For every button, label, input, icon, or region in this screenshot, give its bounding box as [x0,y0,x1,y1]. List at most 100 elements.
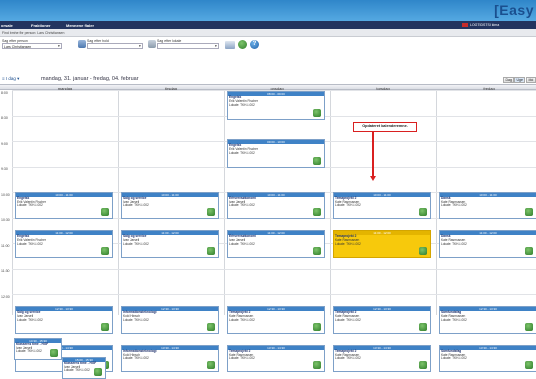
view-month-button[interactable]: Md [526,76,536,83]
calendar-event[interactable]: 11:00 - 12:00 Temaprojekt 2 Kate Rasmussen… [333,229,431,258]
calendar-event[interactable]: 11:00 - 12:00 Dansk Kate Rasmussen Lokale: … [439,229,536,258]
group-icon [78,40,86,48]
calendar-event[interactable]: 13:30 - 14:30 Temaprojekt 2 Kate Rasmussen… [227,344,325,373]
menu-item-mennene[interactable]: Mennene flaler [66,23,94,28]
person-search-select[interactable]: Lars Christiansen [2,43,62,49]
calendar-event[interactable]: 09:00 - 10:00 Engelsk Erik Valentin Fische… [227,139,325,169]
event-status-icon [525,246,533,255]
view-day-button[interactable]: Dag [503,76,515,83]
time-label: 9:00 [1,141,8,146]
event-status-icon [207,361,215,370]
event-status-icon [101,323,109,332]
calendar-event[interactable]: 10:00 - 11:00 Erhvervsøkonomi Ivan Jarsell… [227,191,325,220]
calendar-event[interactable]: 12:30 - 13:30 Salg og service Ivan Jarsell… [15,306,113,335]
annotation-arrow [372,131,374,177]
calendar-event[interactable]: 10:00 - 11:00 Dansk Kate Rasmussen Lokale: … [439,191,536,220]
event-status-icon [525,208,533,217]
breadcrumb: Find bmhe fbr person: Lars Christiansen [2,31,65,35]
calendar-event-small[interactable]: 15:00 - 15:30 Klasserns time - HGF Ivan Ja… [62,356,106,379]
event-room: Lokale: TKH-I-002 [123,318,149,323]
annotation-callout: Opdateret kalenderemne. [353,122,417,132]
calendar-grid[interactable]: 8:00 8:30 9:00 9:30 10:00 10:30 11:00 11:30 12:0… [0,90,536,379]
event-status-icon [313,208,321,217]
calendar-event[interactable]: 11:00 - 12:00 Salg og service Ivan Jarsell… [121,229,219,258]
event-room: Lokale: TKH-I-002 [229,318,255,323]
today-button[interactable]: ≡ I dag ▾ [2,76,19,82]
print-icon[interactable] [225,41,235,49]
main-menu: orsale Fraktioner Mennene flaler LOGTIDS… [0,21,536,29]
time-label: 8:00 [1,90,8,95]
event-room: Lokale: TKH-I-002 [229,203,255,208]
event-status-icon [207,323,215,332]
calendar-event[interactable]: 10:00 - 11:00 Engelsk Erik Valentin Fische… [15,191,113,220]
app-banner: [Easy [0,0,536,21]
event-room: Lokale: TKH-I-002 [123,203,149,208]
chevron-down-icon[interactable]: ▾ [215,44,217,48]
event-status-icon [313,361,321,370]
event-status-icon [419,246,427,255]
event-room: Lokale: TKH-I-002 [123,241,149,246]
calendar-event[interactable]: 13:30 - 14:30 Temaprojekt 2 Kate Rasmussen… [333,344,431,373]
event-room: Lokale: TKH-I-002 [335,356,361,361]
event-status-icon [313,323,321,332]
calendar-event[interactable]: 13:30 - 14:30 Samfundsfag Kate Rasmussen Lo… [439,344,536,373]
chevron-down-icon[interactable]: ▾ [139,44,141,48]
event-room: Lokale: TKH-I-002 [335,318,361,323]
column-divider [224,90,225,315]
event-status-icon [94,367,102,376]
time-gridline [12,294,536,295]
time-label: 12:00 [1,294,10,299]
user-info[interactable]: LOGTIDSTSI kima [470,23,499,27]
flag-icon[interactable] [462,22,468,27]
annotation-arrowhead [369,176,376,181]
help-icon[interactable]: ? [250,40,259,49]
event-room: Lokale: TKH-I-002 [17,318,43,323]
column-divider [330,90,331,315]
menu-item-forsale[interactable]: orsale [1,23,13,28]
event-status-icon [50,348,58,357]
calendar-event[interactable]: 12:30 - 13:30 Temaprojekt 2 Kate Rasmussen… [227,306,325,335]
calendar-event[interactable]: 10:00 - 11:00 Temaprojekt 2 Kate Rasmussen… [333,191,431,220]
event-room: Lokale: TKH-I-002 [17,203,43,208]
event-status-icon [419,208,427,217]
chevron-down-icon[interactable]: ▾ [58,44,60,48]
event-status-icon [525,323,533,332]
date-range-title: mandag, 31. januar - fredag, 04. februar [41,75,139,82]
calendar-event[interactable]: 12:30 - 13:30 Samfundsfag Kate Rasmussen Lo… [439,306,536,335]
calendar-event[interactable]: 11:00 - 12:00 Engelsk Erik Valentin Fische… [15,229,113,258]
event-room: Lokale: TKH-I-002 [229,356,255,361]
calendar-event[interactable]: 08:00 - 09:00 Engelsk Erik Valentin Fische… [227,91,325,120]
calendar-event[interactable]: 11:00 - 12:00 Erhvervsøkonomi Ivan Jarsell… [227,229,325,258]
event-status-icon [313,108,321,117]
view-week-button[interactable]: Uge [514,76,526,83]
refresh-icon[interactable] [238,40,247,49]
event-status-icon [313,157,321,166]
event-status-icon [207,246,215,255]
event-room: Lokale: TKH-I-002 [229,151,255,156]
app-logo: [Easy [494,2,534,18]
calendar-event-small[interactable]: 14:30 - 15:30 Klasserns time - HGF Ivan Ja… [14,337,62,360]
event-status-icon [419,361,427,370]
calendar-event[interactable]: 13:30 - 14:30 Informationsteknologi Kold H… [121,344,219,373]
event-room: Lokale: TKH-I-002 [17,241,43,246]
calendar-event[interactable]: 12:30 - 13:30 Temaprojekt 2 Kate Rasmussen… [333,306,431,335]
calendar-event[interactable]: 10:00 - 11:00 Salg og service Ivan Jarsell… [121,191,219,220]
menu-item-fraktioner[interactable]: Fraktioner [31,23,51,28]
time-label: 8:30 [1,116,8,120]
column-divider [12,90,13,315]
event-status-icon [101,208,109,217]
calendar-event[interactable]: 12:30 - 13:30 Informationsteknologi Kold H… [121,306,219,335]
event-status-icon [525,361,533,370]
event-room: Lokale: TKH-I-002 [229,241,255,246]
hold-search-select[interactable] [87,43,143,49]
time-label: 11:30 [1,269,10,273]
event-status-icon [101,246,109,255]
time-label: 10:00 [1,192,10,197]
lokale-search-select[interactable] [157,43,219,49]
event-room: Lokale: TKH-I-002 [441,241,467,246]
event-room: Lokale: TKH-I-002 [335,203,361,208]
column-divider [436,90,437,315]
column-divider [118,90,119,315]
breadcrumb-bar: Find bmhe fbr person: Lars Christiansen [0,29,536,37]
room-icon [148,40,156,48]
